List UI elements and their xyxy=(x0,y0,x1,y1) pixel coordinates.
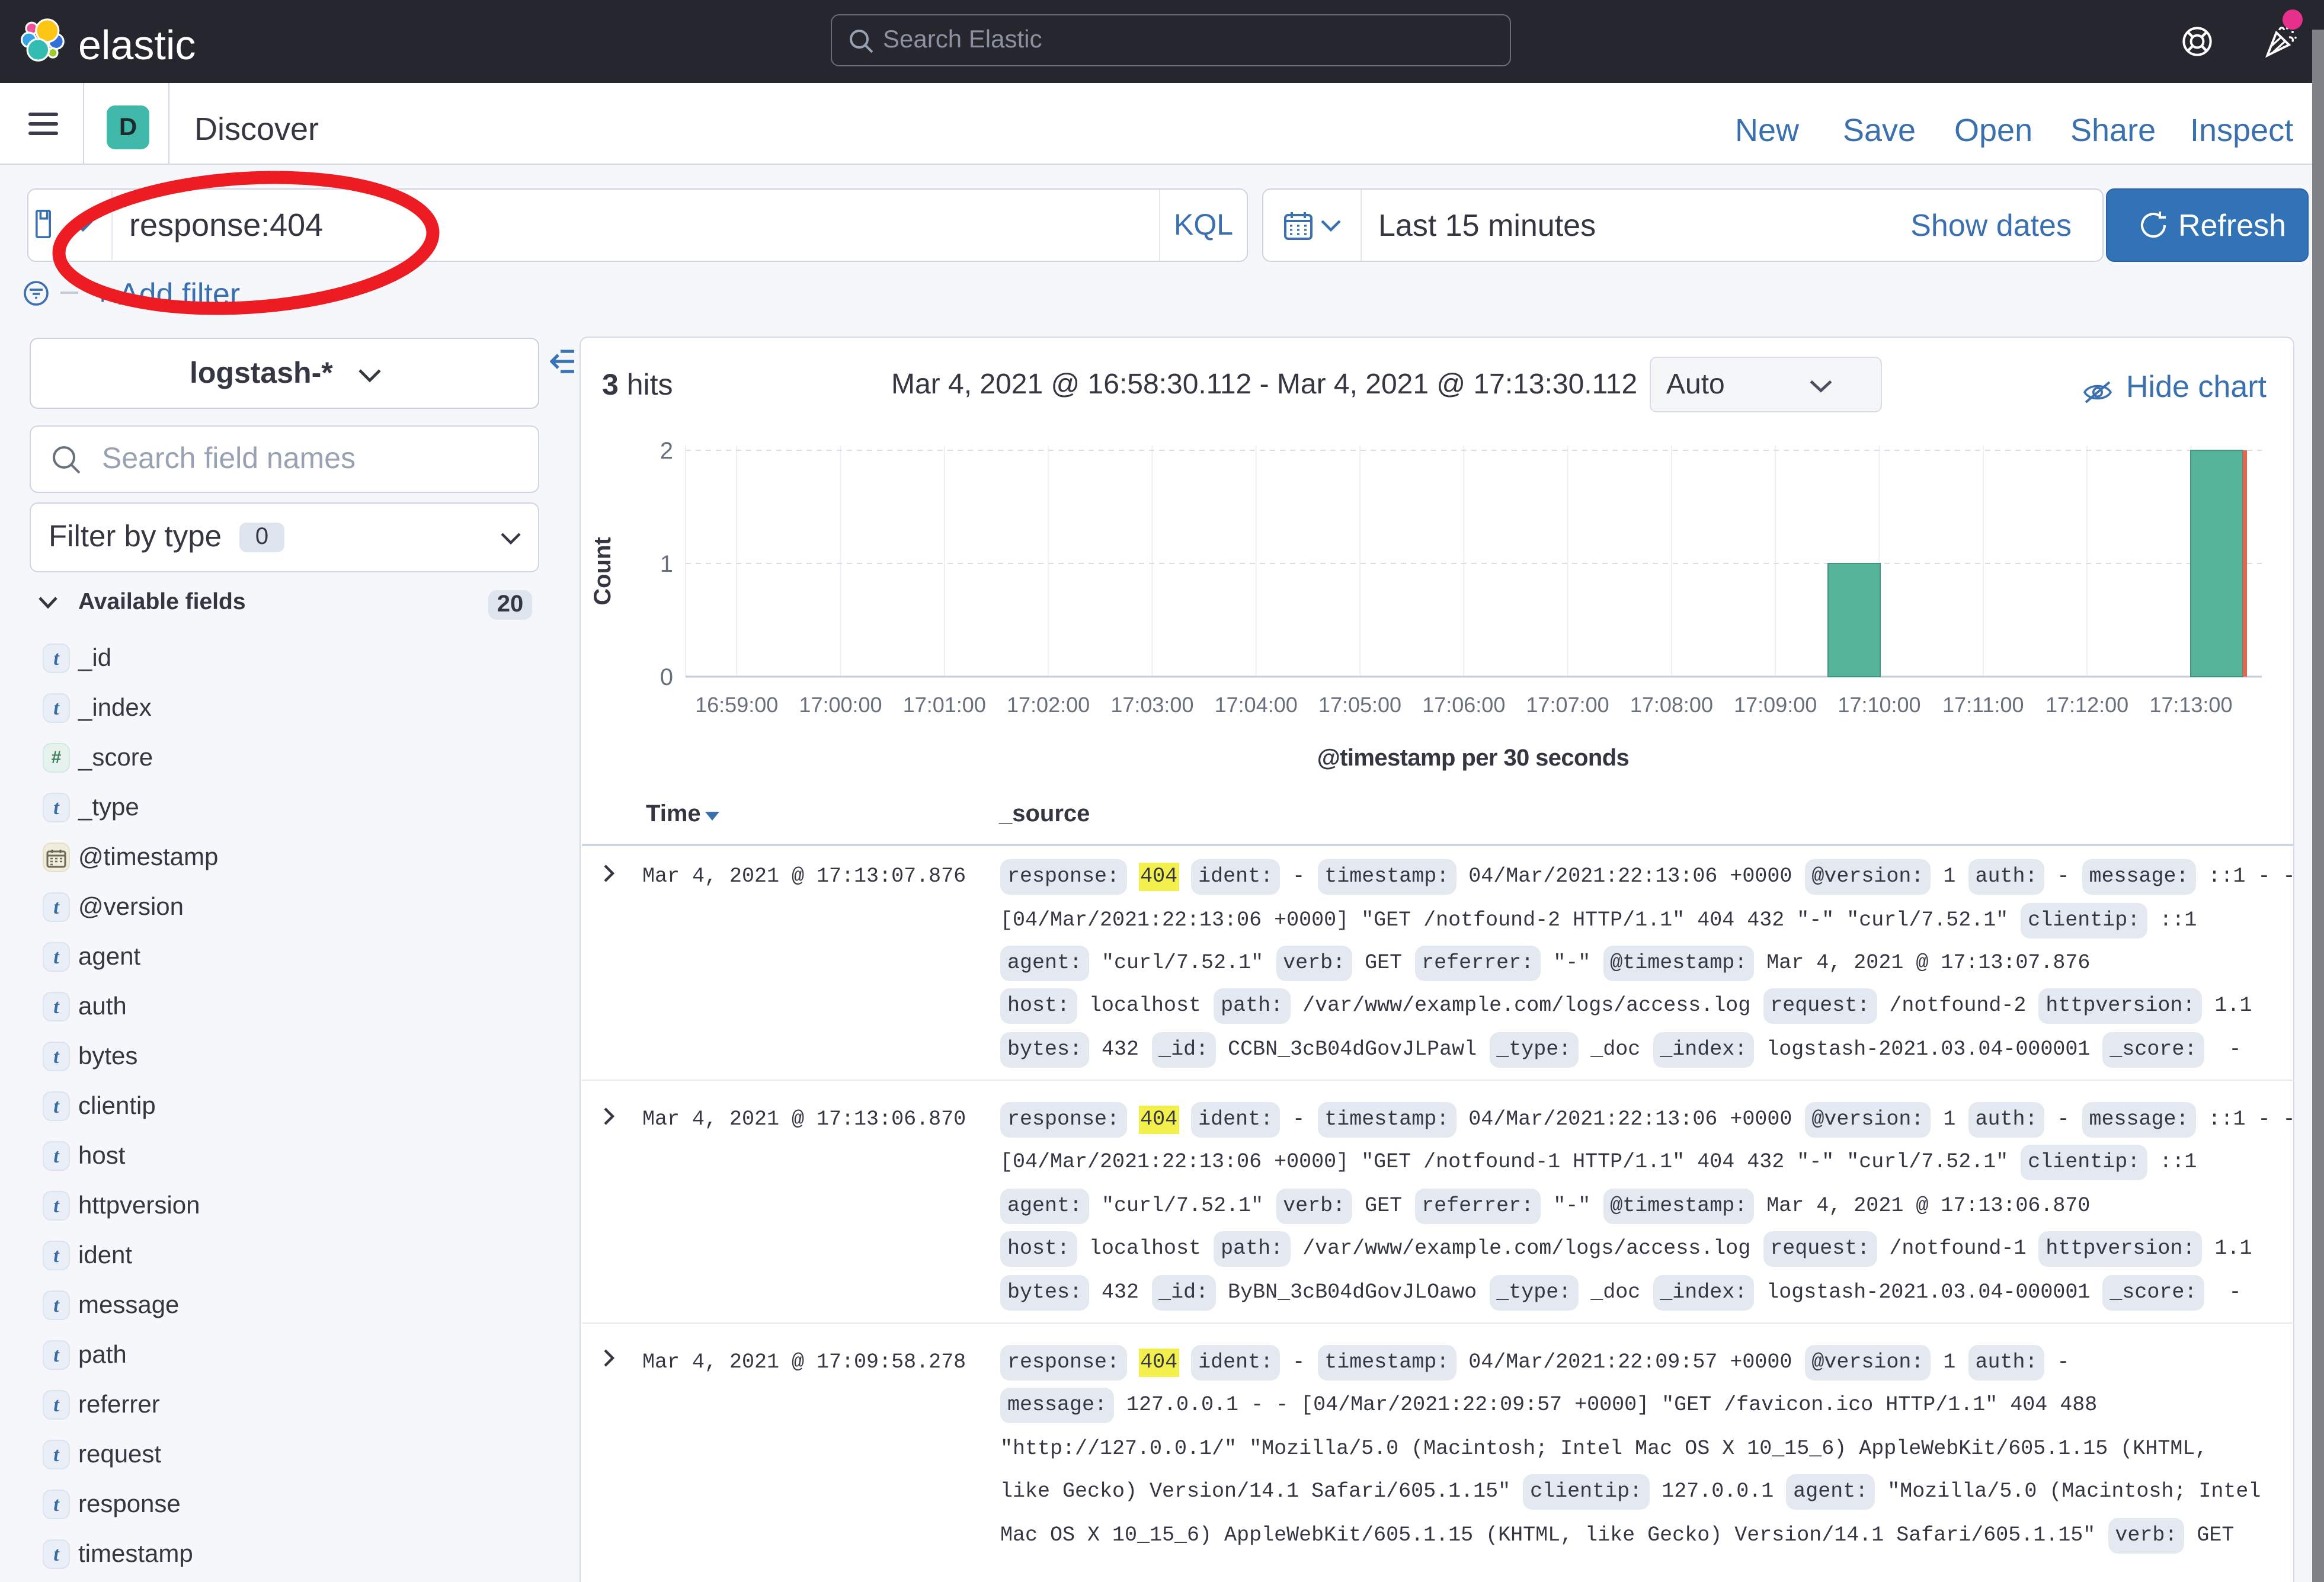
svg-text:17:11:00: 17:11:00 xyxy=(1942,693,2024,717)
svg-text:17:03:00: 17:03:00 xyxy=(1110,693,1193,717)
svg-text:17:00:00: 17:00:00 xyxy=(799,693,882,717)
svg-text:@timestamp per 30 seconds: @timestamp per 30 seconds xyxy=(1317,745,1629,771)
svg-text:17:05:00: 17:05:00 xyxy=(1318,693,1401,717)
svg-text:Count: Count xyxy=(590,537,616,606)
svg-text:17:01:00: 17:01:00 xyxy=(903,693,986,717)
svg-text:0: 0 xyxy=(660,664,673,690)
svg-text:17:02:00: 17:02:00 xyxy=(1007,693,1090,717)
svg-text:17:04:00: 17:04:00 xyxy=(1215,693,1298,717)
svg-text:17:07:00: 17:07:00 xyxy=(1526,693,1609,717)
svg-text:17:08:00: 17:08:00 xyxy=(1630,693,1713,717)
svg-text:17:13:00: 17:13:00 xyxy=(2149,693,2232,717)
svg-text:17:09:00: 17:09:00 xyxy=(1734,693,1817,717)
svg-text:17:12:00: 17:12:00 xyxy=(2045,693,2128,717)
svg-text:17:10:00: 17:10:00 xyxy=(1838,693,1920,717)
svg-text:17:06:00: 17:06:00 xyxy=(1422,693,1505,717)
svg-text:1: 1 xyxy=(660,551,673,577)
svg-text:2: 2 xyxy=(660,438,673,464)
svg-text:16:59:00: 16:59:00 xyxy=(695,693,778,717)
